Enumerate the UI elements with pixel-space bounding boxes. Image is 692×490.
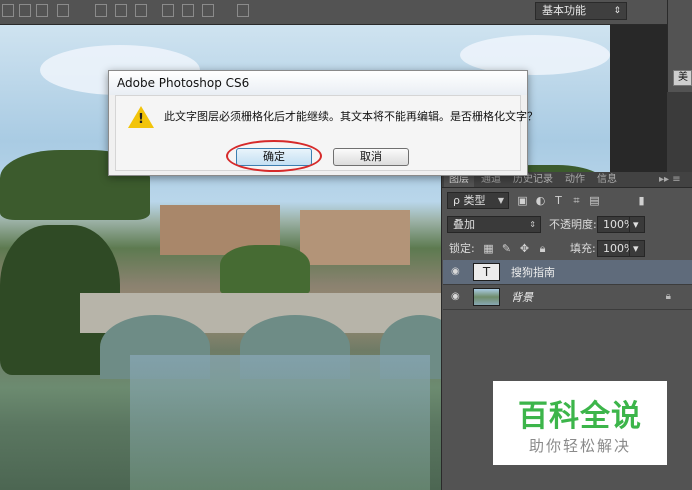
layer-row-text[interactable]: ◉ T 搜狗指南 bbox=[443, 260, 692, 285]
pixel-filter-icon[interactable]: ▣ bbox=[516, 194, 529, 207]
chevron-down-icon: ▼ bbox=[497, 196, 504, 205]
lock-icon: 🔒︎ bbox=[665, 291, 671, 302]
align-right-icon[interactable] bbox=[36, 4, 48, 17]
tab-actions[interactable]: 动作 bbox=[560, 172, 590, 187]
lock-image-icon[interactable]: ✎ bbox=[500, 242, 513, 255]
text-layer-thumbnail: T bbox=[473, 263, 500, 281]
water bbox=[130, 355, 430, 490]
dialog-title: Adobe Photoshop CS6 bbox=[109, 71, 527, 95]
distribute-hcenter-icon[interactable] bbox=[182, 4, 194, 17]
rasterize-dialog: Adobe Photoshop CS6 ! 此文字图层必须栅格化后才能继续。其文… bbox=[108, 70, 538, 176]
layer-filter-select[interactable]: ρ 类型 ▼ bbox=[447, 192, 509, 209]
canvas-background bbox=[610, 25, 667, 175]
workspace-label: 基本功能 bbox=[542, 4, 586, 17]
layer-row-background[interactable]: ◉ 背景 🔒︎ bbox=[443, 285, 692, 310]
visibility-eye-icon[interactable]: ◉ bbox=[451, 291, 465, 303]
cloud bbox=[460, 35, 610, 75]
align-bottom-icon[interactable] bbox=[57, 4, 69, 17]
distribute-top-icon[interactable] bbox=[95, 4, 107, 17]
tab-info[interactable]: 信息 bbox=[592, 172, 622, 187]
opacity-label: 不透明度: bbox=[549, 218, 597, 231]
lock-position-icon[interactable]: ✥ bbox=[518, 242, 531, 255]
type-filter-icon[interactable]: T bbox=[552, 194, 565, 207]
lock-all-icon[interactable]: 🔒︎ bbox=[536, 242, 549, 255]
warning-exclamation: ! bbox=[138, 112, 144, 127]
visibility-eye-icon[interactable]: ◉ bbox=[451, 266, 465, 278]
distribute-left-icon[interactable] bbox=[162, 4, 174, 17]
building bbox=[300, 210, 410, 265]
cancel-button[interactable]: 取消 bbox=[333, 148, 409, 166]
fill-slider-button[interactable]: ▾ bbox=[629, 240, 645, 257]
blend-mode-value: 叠加 bbox=[453, 218, 475, 231]
watermark: 百科全说 助你轻松解决 bbox=[493, 381, 667, 465]
workspace-select[interactable]: 基本功能 ⇕ bbox=[535, 2, 627, 20]
updown-icon: ⇕ bbox=[613, 6, 621, 16]
opacity-slider-button[interactable]: ▾ bbox=[629, 216, 645, 233]
smart-object-filter-icon[interactable]: ▤ bbox=[588, 194, 601, 207]
lock-transparent-icon[interactable]: ▦ bbox=[482, 242, 495, 255]
distribute-center-icon[interactable] bbox=[115, 4, 127, 17]
strip-button[interactable]: 美 bbox=[673, 70, 692, 86]
image-layer-thumbnail bbox=[473, 288, 500, 306]
filter-label: ρ 类型 bbox=[453, 194, 486, 207]
adjustment-filter-icon[interactable]: ◐ bbox=[534, 194, 547, 207]
align-left-icon[interactable] bbox=[2, 4, 14, 17]
distribute-right-icon[interactable] bbox=[202, 4, 214, 17]
blend-mode-select[interactable]: 叠加 ⇕ bbox=[447, 216, 541, 233]
dialog-message: 此文字图层必须栅格化后才能继续。其文本将不能再编辑。是否栅格化文字？ bbox=[164, 110, 538, 123]
auto-align-icon[interactable] bbox=[237, 4, 249, 17]
distribute-bottom-icon[interactable] bbox=[135, 4, 147, 17]
layer-name: 搜狗指南 bbox=[511, 266, 555, 279]
lock-label: 锁定: bbox=[449, 242, 475, 255]
align-center-icon[interactable] bbox=[19, 4, 31, 17]
dialog-body: ! 此文字图层必须栅格化后才能继续。其文本将不能再编辑。是否栅格化文字？ 确定 … bbox=[115, 95, 538, 172]
updown-icon: ⇕ bbox=[529, 220, 536, 229]
filter-toggle-icon[interactable]: ▮ bbox=[635, 194, 648, 207]
shape-filter-icon[interactable]: ⌗ bbox=[570, 194, 583, 207]
fill-label: 填充: bbox=[570, 242, 596, 255]
options-bar: 基本功能 ⇕ bbox=[0, 0, 692, 25]
watermark-subtitle: 助你轻松解决 bbox=[528, 437, 631, 455]
panel-menu-icon[interactable]: ▸▸ ≡ bbox=[654, 172, 686, 187]
watermark-title: 百科全说 bbox=[518, 399, 642, 434]
layer-name: 背景 bbox=[511, 291, 533, 304]
highlight-circle bbox=[226, 140, 322, 172]
trees bbox=[220, 245, 310, 295]
